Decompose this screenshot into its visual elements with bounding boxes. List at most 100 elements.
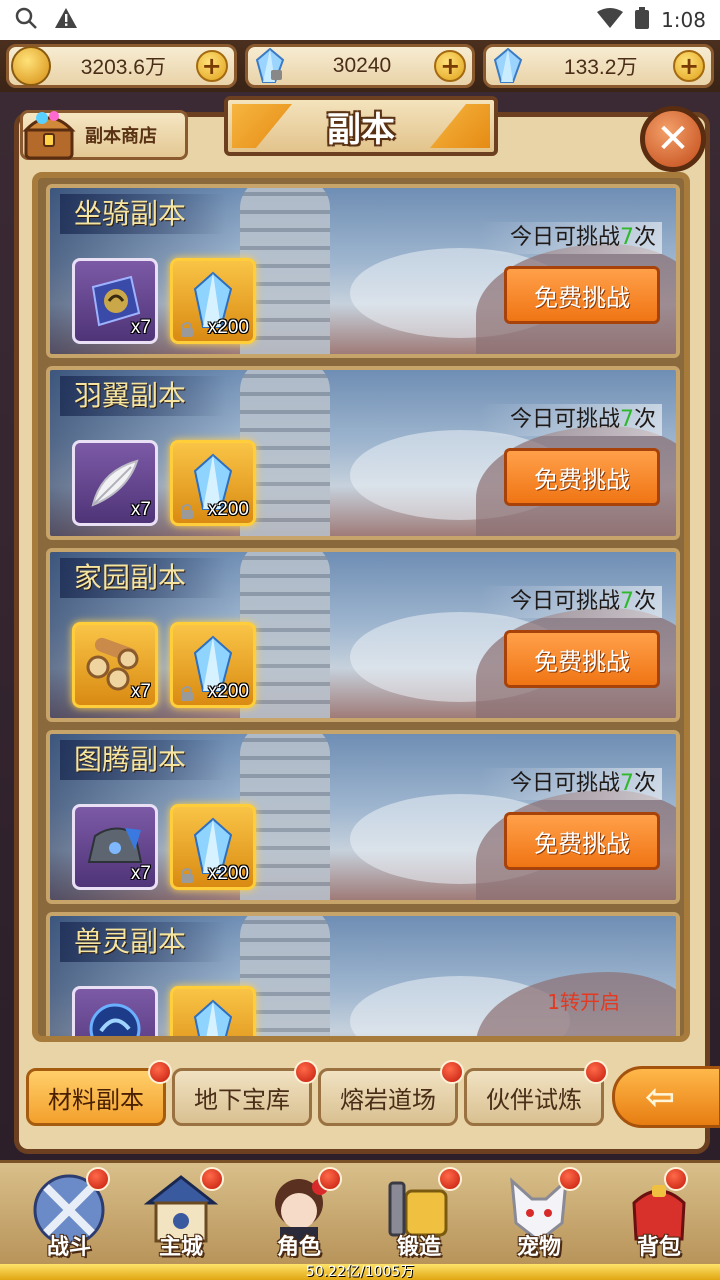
reward-count: x200 [207, 681, 249, 702]
add-crystal-button[interactable]: + [673, 50, 706, 82]
search-icon[interactable] [14, 6, 38, 34]
free-challenge-button[interactable]: 免费挑战 [504, 630, 660, 688]
gold-currency: 3203.6万 + [6, 44, 237, 88]
notification-dot [558, 1167, 582, 1191]
dungeon-category-tabs: 材料副本 地下宝库 熔岩道场 伙伴试炼 ⇦ [14, 1050, 720, 1150]
notification-dot [664, 1167, 688, 1191]
back-arrow-button[interactable]: ⇦ [612, 1066, 720, 1128]
dungeon-card-beast-spirit: 兽灵副本 1转开启 [46, 912, 680, 1036]
reward-item-beast-orb[interactable] [72, 986, 158, 1036]
remaining-times: 今日可挑战7次 [479, 222, 662, 254]
bound-crystal-currency: 30240 + [244, 44, 476, 88]
times-count: 7 [619, 771, 634, 796]
reward-count: x200 [207, 317, 249, 338]
lock-icon [181, 868, 193, 883]
tab-lava-arena[interactable]: 熔岩道场 [318, 1068, 458, 1126]
add-gold-button[interactable]: + [195, 50, 228, 82]
times-prefix: 今日可挑战 [509, 771, 620, 796]
free-challenge-button[interactable]: 免费挑战 [504, 448, 660, 506]
reward-item-crystal[interactable]: x200 [170, 440, 256, 526]
times-prefix: 今日可挑战 [509, 407, 620, 432]
times-count: 7 [619, 225, 634, 250]
experience-bar: 50.22亿/1005万 [0, 1264, 720, 1280]
crystal-value: 133.2万 [563, 56, 638, 79]
clock-time: 1:08 [661, 8, 706, 32]
gold-coin-icon [11, 46, 51, 86]
treasure-chest-icon[interactable] [20, 102, 78, 162]
times-suffix: 次 [633, 225, 656, 250]
times-suffix: 次 [633, 771, 656, 796]
notification-dot [440, 1060, 464, 1084]
reward-count: x200 [207, 499, 249, 520]
nav-forge[interactable]: 锻造 [364, 1167, 474, 1267]
remaining-times: 今日可挑战7次 [479, 586, 662, 618]
reward-item-crystal[interactable] [170, 986, 256, 1036]
bound-crystal-value: 30240 [332, 54, 392, 77]
notification-dot [584, 1060, 608, 1084]
lock-icon [181, 322, 193, 337]
reward-count: x7 [130, 499, 151, 520]
reward-count: x7 [130, 317, 151, 338]
nav-battle[interactable]: 战斗 [14, 1167, 124, 1267]
reward-count: x200 [207, 863, 249, 884]
notification-dot [318, 1167, 342, 1191]
nav-label: 角色 [276, 1235, 321, 1260]
times-suffix: 次 [633, 589, 656, 614]
nav-label: 锻造 [396, 1235, 441, 1260]
reward-item-mount-token[interactable]: x7 [72, 258, 158, 344]
locked-crystal-icon [250, 46, 290, 86]
close-icon: ✕ [656, 116, 690, 162]
tab-material-dungeon[interactable]: 材料副本 [26, 1068, 166, 1126]
battery-icon [635, 6, 650, 34]
times-suffix: 次 [633, 407, 656, 432]
free-challenge-button[interactable]: 免费挑战 [504, 266, 660, 324]
nav-pet[interactable]: 宠物 [484, 1167, 594, 1267]
dungeon-card-home: 家园副本 今日可挑战7次 免费挑战 x7 x200 [46, 548, 680, 722]
nav-label: 战斗 [46, 1235, 91, 1260]
reward-item-totem-stone[interactable]: x7 [72, 804, 158, 890]
add-bound-crystal-button[interactable]: + [434, 50, 467, 82]
wifi-icon [597, 7, 624, 33]
dungeon-name: 羽翼副本 [60, 376, 227, 416]
reward-count: x7 [130, 863, 151, 884]
reward-item-crystal[interactable]: x200 [170, 804, 256, 890]
remaining-times: 今日可挑战7次 [479, 404, 662, 436]
times-count: 7 [619, 589, 634, 614]
lock-icon [181, 504, 193, 519]
tab-underground-vault[interactable]: 地下宝库 [172, 1068, 312, 1126]
remaining-times: 今日可挑战7次 [479, 768, 662, 800]
back-arrow-icon: ⇦ [645, 1076, 676, 1118]
currency-bar: 3203.6万 + 30240 + 133.2万 + [0, 40, 720, 92]
free-challenge-button[interactable]: 免费挑战 [504, 812, 660, 870]
reward-count: x7 [130, 681, 151, 702]
dungeon-shop-label: 副本商店 [85, 126, 157, 147]
nav-main-city[interactable]: 主城 [126, 1167, 236, 1267]
bottom-nav: 战斗 主城 角色 锻造 宠物 背包 [0, 1160, 720, 1264]
times-prefix: 今日可挑战 [509, 589, 620, 614]
tab-partner-trial[interactable]: 伙伴试炼 [464, 1068, 604, 1126]
notification-dot [438, 1167, 462, 1191]
nav-label: 背包 [636, 1235, 681, 1260]
reward-item-feather[interactable]: x7 [72, 440, 158, 526]
dungeon-card-wings: 羽翼副本 今日可挑战7次 免费挑战 x7 x200 [46, 366, 680, 540]
dungeon-card-totem: 图腾副本 今日可挑战7次 免费挑战 x7 x200 [46, 730, 680, 904]
nav-label: 宠物 [516, 1235, 561, 1260]
nav-backpack[interactable]: 背包 [604, 1167, 714, 1267]
times-count: 7 [619, 407, 634, 432]
dungeon-name: 图腾副本 [60, 740, 227, 780]
close-button[interactable]: ✕ [640, 106, 706, 172]
dungeon-name: 兽灵副本 [60, 922, 227, 962]
dungeon-list[interactable]: 坐骑副本 今日可挑战7次 免费挑战 x7 x200 羽翼副本 今日可挑战7次 免… [32, 172, 690, 1042]
unlock-requirement: 1转开启 [547, 990, 620, 1014]
reward-item-crystal[interactable]: x200 [170, 622, 256, 708]
status-bar: 1:08 [0, 0, 720, 40]
reward-item-crystal[interactable]: x200 [170, 258, 256, 344]
lock-icon [181, 686, 193, 701]
notification-dot [200, 1167, 224, 1191]
reward-item-wood[interactable]: x7 [72, 622, 158, 708]
nav-character[interactable]: 角色 [244, 1167, 354, 1267]
nav-label: 主城 [158, 1235, 203, 1260]
dungeon-card-mount: 坐骑副本 今日可挑战7次 免费挑战 x7 x200 [46, 184, 680, 358]
notification-dot [86, 1167, 110, 1191]
dungeon-name: 家园副本 [60, 558, 227, 598]
